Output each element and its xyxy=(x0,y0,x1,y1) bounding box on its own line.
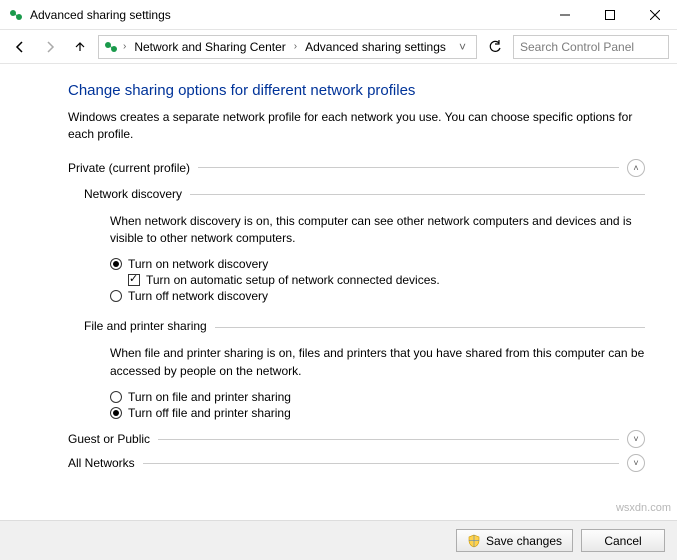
section-all-label: All Networks xyxy=(68,456,135,470)
search-input[interactable]: Search Control Panel xyxy=(513,35,669,59)
chevron-down-icon[interactable]: ˅ xyxy=(627,454,645,472)
breadcrumb-dropdown[interactable]: ˅ xyxy=(453,40,472,54)
radio-label: Turn on file and printer sharing xyxy=(128,390,291,404)
cancel-button[interactable]: Cancel xyxy=(581,529,665,552)
checkbox-icon xyxy=(128,274,140,286)
breadcrumb-item-nsc[interactable]: Network and Sharing Center xyxy=(130,40,289,54)
close-button[interactable] xyxy=(632,0,677,30)
subsection-network-discovery: Network discovery xyxy=(84,183,645,207)
checkbox-auto-setup[interactable]: Turn on automatic setup of network conne… xyxy=(128,273,645,287)
chevron-right-icon: › xyxy=(121,41,128,52)
maximize-button[interactable] xyxy=(587,0,632,30)
network-icon xyxy=(103,39,119,55)
footer: Save changes Cancel xyxy=(0,520,677,560)
watermark: wsxdn.com xyxy=(616,502,671,514)
section-guest-label: Guest or Public xyxy=(68,432,150,446)
divider xyxy=(143,463,619,464)
titlebar: Advanced sharing settings xyxy=(0,0,677,30)
chevron-down-icon[interactable]: ˅ xyxy=(627,430,645,448)
divider xyxy=(190,194,645,195)
radio-icon xyxy=(110,407,122,419)
refresh-button[interactable] xyxy=(483,35,507,59)
radio-label: Turn off network discovery xyxy=(128,289,268,303)
section-all-networks[interactable]: All Networks ˅ xyxy=(68,454,645,472)
breadcrumb[interactable]: › Network and Sharing Center › Advanced … xyxy=(98,35,477,59)
page-description: Windows creates a separate network profi… xyxy=(68,109,645,143)
divider xyxy=(158,439,619,440)
subsection-file-printer-sharing: File and printer sharing xyxy=(84,315,645,339)
page-heading: Change sharing options for different net… xyxy=(68,82,645,99)
radio-label: Turn off file and printer sharing xyxy=(128,406,291,420)
nav-bar: › Network and Sharing Center › Advanced … xyxy=(0,30,677,64)
chevron-up-icon[interactable]: ˄ xyxy=(627,159,645,177)
minimize-button[interactable] xyxy=(542,0,587,30)
radio-fps-on[interactable]: Turn on file and printer sharing xyxy=(110,390,645,404)
window-title: Advanced sharing settings xyxy=(30,8,542,22)
save-changes-button[interactable]: Save changes xyxy=(456,529,573,552)
forward-button[interactable] xyxy=(38,35,62,59)
chevron-right-icon: › xyxy=(292,41,299,52)
breadcrumb-item-current[interactable]: Advanced sharing settings xyxy=(301,40,450,54)
radio-fps-off[interactable]: Turn off file and printer sharing xyxy=(110,406,645,420)
section-private[interactable]: Private (current profile) ˄ xyxy=(68,159,645,177)
divider xyxy=(215,327,645,328)
radio-icon xyxy=(110,391,122,403)
netdisc-body: When network discovery is on, this compu… xyxy=(110,213,645,248)
button-label: Save changes xyxy=(486,534,562,548)
back-button[interactable] xyxy=(8,35,32,59)
shield-icon xyxy=(467,534,481,548)
radio-label: Turn on network discovery xyxy=(128,257,268,271)
radio-icon xyxy=(110,258,122,270)
section-private-label: Private (current profile) xyxy=(68,161,190,175)
section-guest-public[interactable]: Guest or Public ˅ xyxy=(68,430,645,448)
netdisc-title: Network discovery xyxy=(84,187,182,201)
divider xyxy=(198,167,619,168)
radio-icon xyxy=(110,290,122,302)
radio-netdisc-on[interactable]: Turn on network discovery xyxy=(110,257,645,271)
control-panel-icon xyxy=(8,7,24,23)
fps-body: When file and printer sharing is on, fil… xyxy=(110,345,645,380)
content-pane: Change sharing options for different net… xyxy=(0,64,677,520)
button-label: Cancel xyxy=(604,534,641,548)
fps-title: File and printer sharing xyxy=(84,319,207,333)
radio-netdisc-off[interactable]: Turn off network discovery xyxy=(110,289,645,303)
up-button[interactable] xyxy=(68,35,92,59)
checkbox-label: Turn on automatic setup of network conne… xyxy=(146,273,440,287)
